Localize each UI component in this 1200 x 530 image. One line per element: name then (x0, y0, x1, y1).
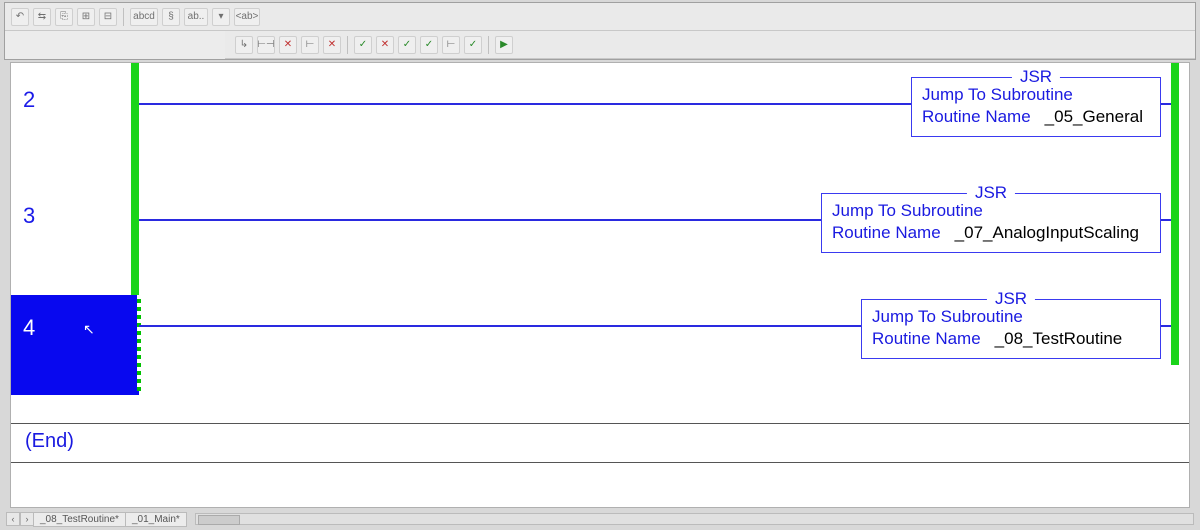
tb2-icon-10[interactable]: ✓ (464, 36, 482, 54)
rung-2[interactable]: 2 JSR Jump To Subroutine Routine Name _0… (11, 67, 1189, 177)
tb2-sep-a (347, 36, 348, 54)
jsr-instruction[interactable]: JSR Jump To Subroutine Routine Name _08_… (861, 299, 1161, 359)
toolbar-instruction-palette: ↳ ⊢⊣ ✕ ⊢ ✕ ✓ ✕ ✓ ✓ ⊢ ✓ ▶ (225, 31, 1195, 59)
tb1-icon-1[interactable]: ⇆ (33, 8, 51, 26)
tb2-icon-1[interactable]: ⊢⊣ (257, 36, 275, 54)
tb1-icon-6[interactable]: § (162, 8, 180, 26)
rung-3[interactable]: 3 JSR Jump To Subroutine Routine Name _0… (11, 183, 1189, 293)
jsr-param-label: Routine Name (832, 222, 941, 244)
tab-nav-next[interactable]: › (20, 512, 34, 526)
rung-4-selected[interactable]: 4 ↖ JSR Jump To Subroutine Routine Name … (11, 295, 1189, 405)
end-rung: (End) (11, 423, 1189, 463)
rung-number: 4 (23, 315, 35, 341)
toolbar-primary: ↶ ⇆ ⎘ ⊞ ⊟ abcd § ab.. ▾ <ab> (5, 3, 1195, 31)
tb1-icon-0[interactable]: ↶ (11, 8, 29, 26)
tb1-icon-7[interactable]: ab.. (184, 8, 208, 26)
jsr-instruction[interactable]: JSR Jump To Subroutine Routine Name _07_… (821, 193, 1161, 253)
tb1-icon-2[interactable]: ⎘ (55, 8, 73, 26)
tb2-icon-3[interactable]: ⊢ (301, 36, 319, 54)
tb2-icon-8[interactable]: ✓ (420, 36, 438, 54)
tb1-dropdown-icon[interactable]: ▾ (212, 8, 230, 26)
tab-nav-prev[interactable]: ‹ (6, 512, 20, 526)
end-label: (End) (25, 430, 74, 453)
tb2-icon-2[interactable]: ✕ (279, 36, 297, 54)
tb2-icon-5[interactable]: ✓ (354, 36, 372, 54)
tb1-icon-abcd[interactable]: abcd (130, 8, 158, 26)
jsr-mnemonic: JSR (1012, 66, 1060, 88)
tb1-icon-3[interactable]: ⊞ (77, 8, 95, 26)
tb1-icon-9[interactable]: <ab> (234, 8, 260, 26)
jsr-param-value[interactable]: _07_AnalogInputScaling (955, 222, 1139, 244)
tb1-sep (123, 8, 124, 26)
jsr-param-value[interactable]: _08_TestRoutine (995, 328, 1123, 350)
jsr-mnemonic: JSR (967, 182, 1015, 204)
routine-tab-strip: ‹ › _08_TestRoutine* _01_Main* (6, 510, 1194, 528)
jsr-description: Jump To Subroutine (832, 200, 983, 222)
tb1-icon-4[interactable]: ⊟ (99, 8, 117, 26)
tb2-icon-9[interactable]: ⊢ (442, 36, 460, 54)
ladder-editor[interactable]: 2 JSR Jump To Subroutine Routine Name _0… (10, 62, 1190, 508)
rung-selection-highlight: 4 ↖ (11, 295, 139, 395)
tab-main[interactable]: _01_Main* (125, 512, 187, 527)
jsr-param-value[interactable]: _05_General (1045, 106, 1143, 128)
app-window: ↶ ⇆ ⎘ ⊞ ⊟ abcd § ab.. ▾ <ab> ↳ ⊢⊣ ✕ ⊢ ✕ … (4, 2, 1196, 60)
jsr-param-label: Routine Name (872, 328, 981, 350)
jsr-instruction[interactable]: JSR Jump To Subroutine Routine Name _05_… (911, 77, 1161, 137)
tb2-icon-0[interactable]: ↳ (235, 36, 253, 54)
tb2-run-icon[interactable]: ▶ (495, 36, 513, 54)
tb2-icon-4[interactable]: ✕ (323, 36, 341, 54)
tab-test-routine[interactable]: _08_TestRoutine* (33, 512, 126, 527)
horizontal-scrollbar[interactable] (195, 513, 1194, 525)
rung-number: 2 (23, 87, 35, 113)
tb2-icon-7[interactable]: ✓ (398, 36, 416, 54)
tb2-icon-6[interactable]: ✕ (376, 36, 394, 54)
jsr-param-label: Routine Name (922, 106, 1031, 128)
rung-number: 3 (23, 203, 35, 229)
jsr-mnemonic: JSR (987, 288, 1035, 310)
tb2-sep-b (488, 36, 489, 54)
